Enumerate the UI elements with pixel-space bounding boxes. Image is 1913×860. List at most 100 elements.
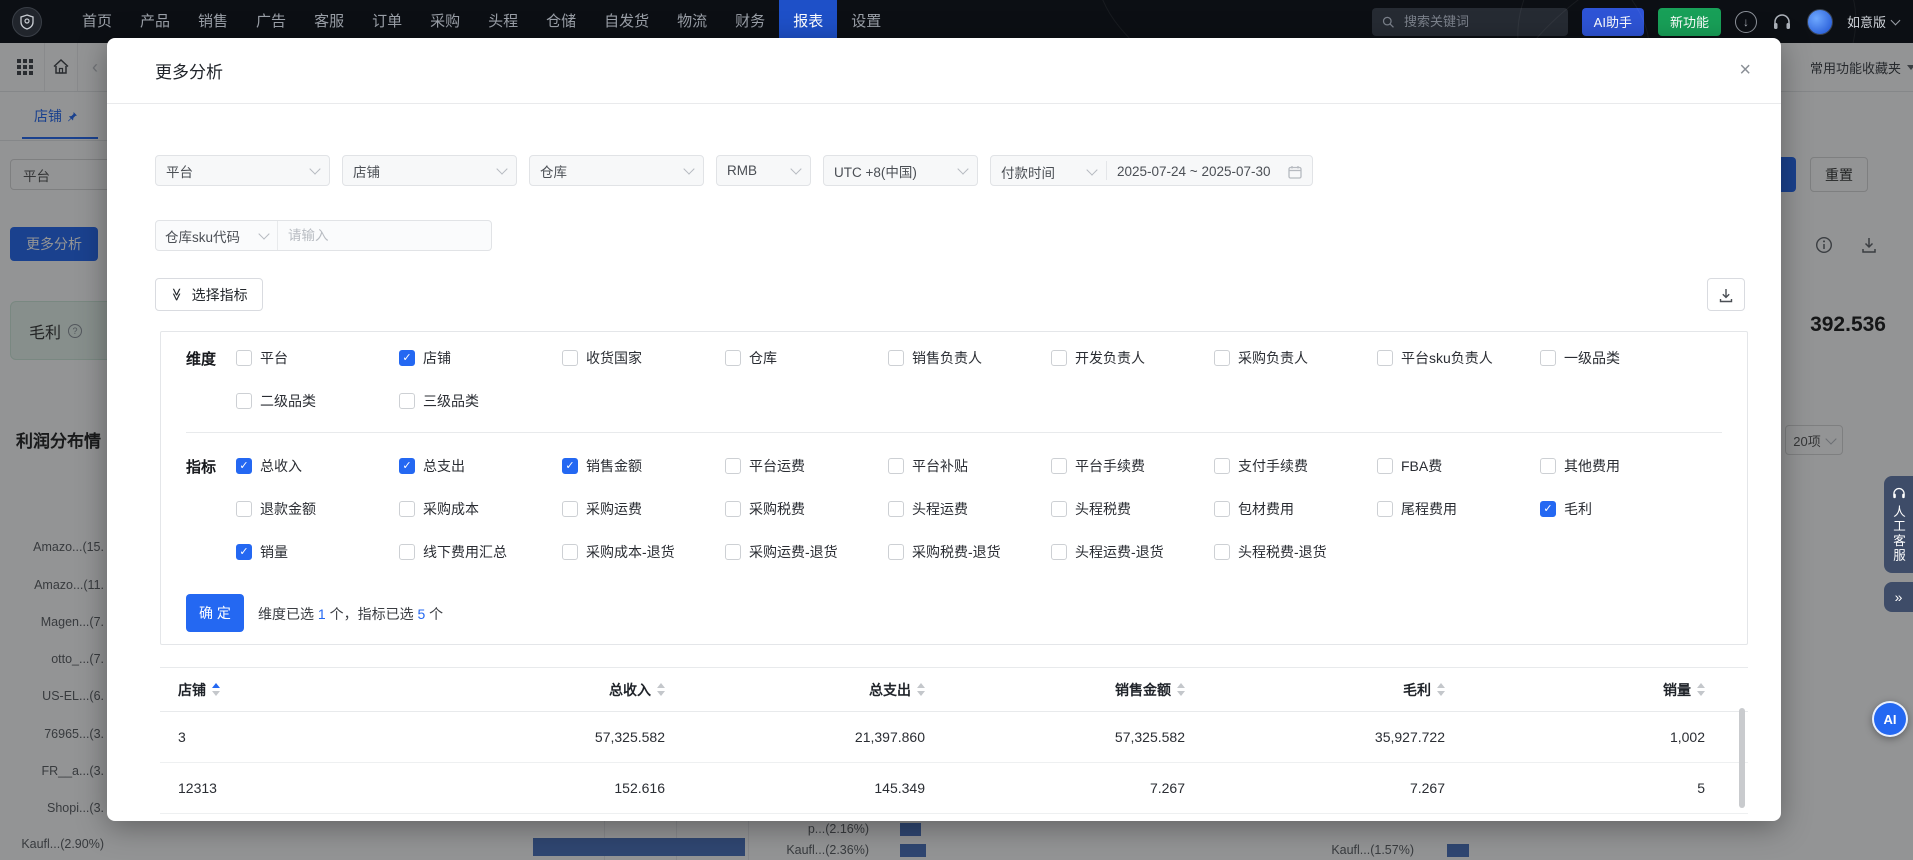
ai-assistant-button[interactable]: AI助手 [1581,7,1644,36]
sort-icon[interactable] [1437,683,1445,696]
metric-checkbox[interactable]: 采购成本-退货 [562,542,725,562]
metric-checkbox[interactable]: 尾程费用 [1377,499,1540,519]
search-input[interactable] [1402,13,1558,30]
nav-item-finance[interactable]: 财务 [721,0,779,43]
nav-item-reports[interactable]: 报表 [779,0,838,43]
dimension-checkbox[interactable]: 店铺 [399,348,562,368]
dimension-checkbox[interactable]: 平台 [236,348,399,368]
dimension-checkbox[interactable]: 平台sku负责人 [1377,348,1540,368]
metric-checkbox[interactable]: 平台运费 [725,456,888,476]
checkbox-label: 采购运费 [586,501,642,517]
collapse-tab[interactable]: » [1884,582,1913,612]
sort-icon[interactable] [1697,683,1705,696]
checkbox-icon [1051,544,1067,560]
metric-checkbox[interactable]: 采购运费 [562,499,725,519]
column-header-sales-amount[interactable]: 销售金额 [925,680,1185,700]
nav-item-warehouse[interactable]: 仓储 [532,0,590,43]
dimension-checkbox[interactable]: 仓库 [725,348,888,368]
column-header-revenue[interactable]: 总收入 [405,680,665,700]
column-header-volume[interactable]: 销量 [1445,680,1705,700]
close-icon[interactable]: × [1739,60,1751,80]
sort-icon[interactable] [212,683,220,696]
dimension-checkbox[interactable]: 收货国家 [562,348,725,368]
date-range-picker[interactable]: 2025-07-24 ~ 2025-07-30 [1107,156,1312,187]
nav-item-ads[interactable]: 广告 [242,0,300,43]
metric-checkbox[interactable]: 线下费用汇总 [399,542,562,562]
metric-checkbox[interactable]: 销售金额 [562,456,725,476]
shop-select[interactable]: 店铺 [342,155,517,186]
edition-switcher[interactable]: 如意版 [1847,12,1901,31]
dimension-checkbox[interactable]: 采购负责人 [1214,348,1377,368]
nav-item-service[interactable]: 客服 [300,0,358,43]
metric-checkbox[interactable]: FBA费 [1377,456,1540,476]
metric-checkbox[interactable]: 采购成本 [399,499,562,519]
metric-checkbox[interactable]: 毛利 [1540,499,1703,519]
results-table: 店铺 总收入 总支出 销售金额 毛利 销量 3 57,325.582 21,39… [160,667,1748,821]
select-metrics-button[interactable]: ≫ 选择指标 [155,278,263,311]
nav-item-sales[interactable]: 销售 [184,0,242,43]
nav-item-orders[interactable]: 订单 [358,0,416,43]
sku-field-select[interactable]: 仓库sku代码 [156,221,278,250]
metric-checkbox[interactable]: 平台补贴 [888,456,1051,476]
platform-select[interactable]: 平台 [155,155,330,186]
warehouse-select[interactable]: 仓库 [529,155,704,186]
dimension-checkbox[interactable]: 销售负责人 [888,348,1051,368]
live-support-tab[interactable]: 人工客服 [1884,476,1913,573]
metric-checkbox[interactable]: 头程税费 [1051,499,1214,519]
column-header-gross-profit[interactable]: 毛利 [1185,680,1445,700]
column-header-shop[interactable]: 店铺 [160,680,405,700]
cell-revenue: 57,325.582 [594,729,665,745]
metric-checkbox[interactable]: 总支出 [399,456,562,476]
checkbox-label: 其他费用 [1564,458,1620,474]
metric-checkbox[interactable]: 头程运费 [888,499,1051,519]
headset-icon[interactable] [1771,11,1793,33]
checkbox-label: 尾程费用 [1401,501,1457,517]
metric-checkbox[interactable]: 销量 [236,542,399,562]
metric-checkbox[interactable]: 采购税费-退货 [888,542,1051,562]
global-search[interactable] [1371,7,1568,36]
time-type-select[interactable]: 付款时间 [991,156,1106,187]
sort-icon[interactable] [917,683,925,696]
metric-checkbox[interactable]: 采购税费 [725,499,888,519]
metric-checkbox[interactable]: 支付手续费 [1214,456,1377,476]
metric-checkbox[interactable]: 退款金额 [236,499,399,519]
dimension-checkbox[interactable]: 一级品类 [1540,348,1703,368]
nav-item-first-leg[interactable]: 头程 [474,0,532,43]
sort-icon[interactable] [657,683,665,696]
metric-checkbox[interactable]: 其他费用 [1540,456,1703,476]
dimension-checkbox[interactable]: 二级品类 [236,391,399,411]
cell-gross-profit: 7.267 [1409,780,1445,796]
sku-input[interactable] [278,228,491,243]
main-menu: 首页 产品 销售 广告 客服 订单 采购 头程 仓储 自发货 物流 财务 报表 … [68,0,895,43]
nav-item-self-ship[interactable]: 自发货 [590,0,663,43]
table-row[interactable]: 3 57,325.582 21,397.860 57,325.582 35,92… [160,712,1748,763]
chevron-down-icon [1890,15,1901,25]
dimension-checkbox[interactable]: 开发负责人 [1051,348,1214,368]
nav-item-settings[interactable]: 设置 [837,0,895,43]
metric-checkbox[interactable]: 头程运费-退货 [1051,542,1214,562]
metrics-row: 指标 总收入 总支出 销售金额 平台运费 平台补贴 平台手续费 支付手续费 FB… [186,453,1703,479]
timezone-select[interactable]: UTC +8(中国) [823,155,978,186]
nav-item-products[interactable]: 产品 [126,0,184,43]
table-scrollbar[interactable] [1739,708,1745,808]
metric-checkbox[interactable]: 包材费用 [1214,499,1377,519]
metric-checkbox[interactable]: 平台手续费 [1051,456,1214,476]
metric-checkbox[interactable]: 头程税费-退货 [1214,542,1377,562]
metric-checkbox[interactable]: 总收入 [236,456,399,476]
new-feature-button[interactable]: 新功能 [1657,7,1721,36]
ai-fab-button[interactable]: AI [1872,701,1908,737]
nav-item-purchase[interactable]: 采购 [416,0,474,43]
sort-asc-icon [917,683,925,688]
nav-item-logistics[interactable]: 物流 [663,0,721,43]
export-table-button[interactable] [1707,278,1745,311]
currency-select[interactable]: RMB [716,155,811,186]
sort-icon[interactable] [1177,683,1185,696]
dimension-checkbox[interactable]: 三级品类 [399,391,562,411]
download-center-icon[interactable]: ↓ [1734,10,1757,33]
table-row[interactable]: 12313 152.616 145.349 7.267 7.267 5 [160,763,1748,814]
column-header-expense[interactable]: 总支出 [665,680,925,700]
user-avatar[interactable] [1806,8,1833,35]
nav-item-home[interactable]: 首页 [68,0,126,43]
confirm-button[interactable]: 确 定 [186,594,244,632]
metric-checkbox[interactable]: 采购运费-退货 [725,542,888,562]
